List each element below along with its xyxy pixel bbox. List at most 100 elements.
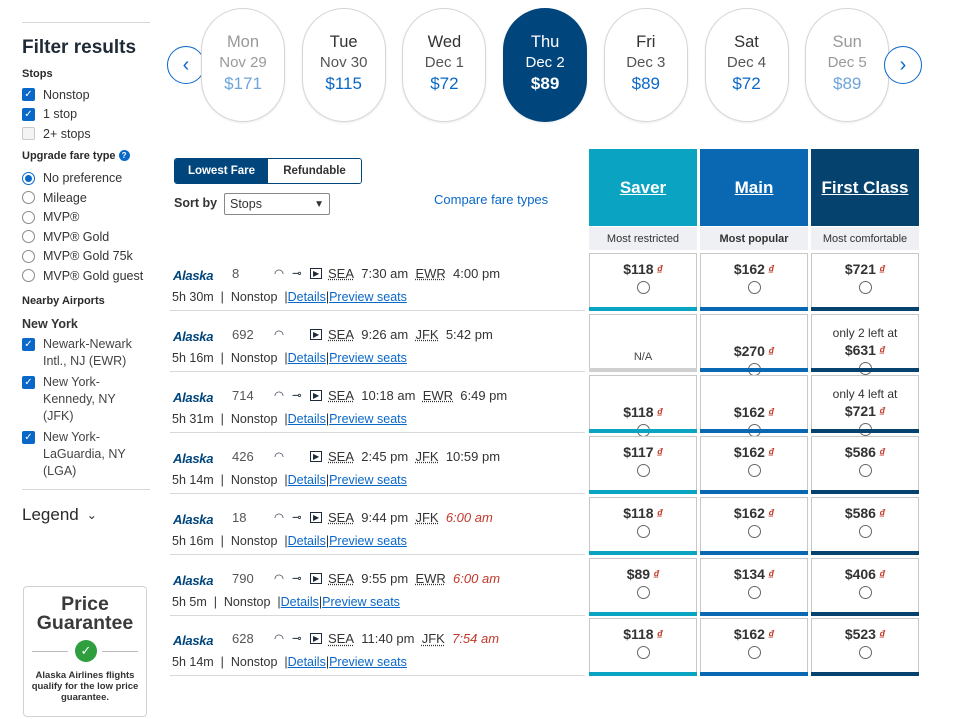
details-link[interactable]: Details	[288, 412, 326, 426]
flight-times: SEA 9:44 pm JFK 6:00 am	[328, 510, 493, 525]
fare-radio-button[interactable]	[636, 585, 650, 599]
airport-option-label: New York- LaGuardia, NY (LGA)	[43, 429, 126, 480]
help-icon[interactable]: ?	[118, 150, 130, 161]
prev-dates-button[interactable]: ‹	[167, 46, 205, 84]
flight-stops: Nonstop	[230, 533, 278, 548]
preview-seats-link[interactable]: Preview seats	[322, 595, 400, 609]
details-link[interactable]: Details	[288, 534, 326, 548]
stop-option[interactable]: 2+ stops	[22, 124, 150, 144]
fare-header-first-class[interactable]: First Class	[811, 149, 919, 226]
fare-cell[interactable]: $270 ₫	[700, 313, 808, 376]
legend-toggle[interactable]: Legend ⌄	[22, 505, 150, 525]
fare-radio-button[interactable]	[747, 585, 761, 599]
date-card[interactable]: Tue Nov 30 $115	[301, 8, 386, 122]
fare-cell[interactable]: $162 ₫	[700, 496, 808, 555]
checkbox[interactable]: ✓	[22, 337, 35, 351]
fare-radio-button[interactable]	[636, 463, 650, 477]
radio-button[interactable]	[22, 210, 35, 224]
details-link[interactable]: Details	[288, 655, 326, 669]
fare-cell[interactable]: $118 ₫	[589, 374, 697, 437]
fare-cell[interactable]: $162 ₫	[700, 253, 808, 311]
airport-option[interactable]: ✓ New York- Kennedy, NY (JFK)	[22, 374, 150, 425]
compare-fare-types-link[interactable]: Compare fare types	[434, 192, 548, 207]
mileage-icon: ₫	[767, 506, 775, 521]
fare-radio-button[interactable]	[636, 281, 650, 294]
fare-cell[interactable]: $89 ₫	[589, 557, 697, 616]
upgrade-option[interactable]: Mileage	[22, 188, 150, 208]
fare-cell[interactable]: $162 ₫	[700, 374, 808, 437]
fare-header-saver[interactable]: Saver	[589, 149, 697, 226]
fare-radio-button[interactable]	[636, 524, 650, 538]
date-card[interactable]: Wed Dec 1 $72	[402, 8, 487, 122]
preview-seats-link[interactable]: Preview seats	[329, 534, 407, 548]
checkbox[interactable]: ✓	[22, 430, 35, 444]
fare-radio-button[interactable]	[636, 646, 650, 660]
radio-button[interactable]	[22, 249, 35, 263]
details-link[interactable]: Details	[281, 595, 319, 609]
fare-radio-button[interactable]	[747, 463, 761, 477]
radio-button[interactable]	[22, 269, 35, 283]
airport-option[interactable]: ✓ Newark-Newark Intl., NJ (EWR)	[22, 336, 150, 370]
stop-option[interactable]: ✓ Nonstop	[22, 85, 150, 105]
fare-cell[interactable]: $118 ₫	[589, 496, 697, 555]
fare-radio-button[interactable]	[858, 524, 872, 538]
checkbox[interactable]: ✓	[22, 107, 35, 121]
date-card[interactable]: Sun Dec 5 $89	[805, 8, 890, 122]
upgrade-option[interactable]: MVP® Gold	[22, 227, 150, 247]
fare-radio-button[interactable]	[747, 646, 761, 660]
fare-cell[interactable]: $118 ₫	[589, 618, 697, 677]
fare-cell[interactable]: $586 ₫	[811, 496, 919, 555]
preview-seats-link[interactable]: Preview seats	[329, 412, 407, 426]
mileage-icon: ₫	[878, 404, 886, 419]
radio-button[interactable]	[22, 230, 35, 244]
sort-select[interactable]: Stops ▼	[224, 193, 330, 215]
fare-cell[interactable]: $117 ₫	[589, 435, 697, 494]
fare-cell[interactable]: $134 ₫	[700, 557, 808, 616]
date-card[interactable]: Sat Dec 4 $72	[704, 8, 789, 122]
preview-seats-link[interactable]: Preview seats	[329, 473, 407, 487]
stop-option[interactable]: ✓ 1 stop	[22, 105, 150, 125]
fare-radio-button[interactable]	[858, 281, 872, 294]
checkbox[interactable]: ✓	[22, 375, 35, 389]
airport-option[interactable]: ✓ New York- LaGuardia, NY (LGA)	[22, 429, 150, 480]
fare-cell[interactable]: $721 ₫	[811, 253, 919, 311]
checkbox[interactable]: ✓	[22, 88, 35, 102]
preview-seats-link[interactable]: Preview seats	[329, 351, 407, 365]
fare-subtitle: Most restricted	[589, 227, 697, 250]
preview-seats-link[interactable]: Preview seats	[329, 655, 407, 669]
lowest-fare-tab[interactable]: Lowest Fare	[175, 159, 268, 183]
details-link[interactable]: Details	[288, 290, 326, 304]
chevron-right-icon: ›	[899, 53, 907, 76]
fare-cell[interactable]: $162 ₫	[700, 618, 808, 677]
upgrade-option[interactable]: MVP® Gold 75k	[22, 247, 150, 267]
fare-radio-button[interactable]	[858, 646, 872, 660]
upgrade-option[interactable]: MVP® Gold guest	[22, 266, 150, 286]
details-link[interactable]: Details	[288, 473, 326, 487]
fare-radio-button[interactable]	[747, 524, 761, 538]
fare-radio-button[interactable]	[858, 463, 872, 477]
fare-cell[interactable]: only 4 left at $721 ₫	[811, 374, 919, 436]
fare-cell[interactable]: $162 ₫	[700, 435, 808, 494]
refundable-tab[interactable]: Refundable	[268, 159, 361, 183]
date-card[interactable]: Mon Nov 29 $171	[201, 8, 285, 122]
upgrade-option[interactable]: MVP®	[22, 208, 150, 228]
fare-cell[interactable]: $118 ₫	[589, 253, 697, 311]
preview-seats-link[interactable]: Preview seats	[329, 290, 407, 304]
date-card[interactable]: Thu Dec 2 $89	[503, 8, 588, 122]
radio-button[interactable]	[22, 191, 35, 205]
next-dates-button[interactable]: ›	[884, 46, 922, 84]
checkbox[interactable]	[22, 127, 35, 141]
fare-radio-button[interactable]	[858, 585, 872, 599]
date-card[interactable]: Fri Dec 3 $89	[603, 8, 688, 122]
fare-cell[interactable]: $406 ₫	[811, 557, 919, 616]
departure-time: 7:30 am	[361, 266, 409, 281]
details-link[interactable]: Details	[288, 351, 326, 365]
fare-cell[interactable]: only 2 left at $631 ₫	[811, 313, 919, 375]
fare-radio-button[interactable]	[747, 281, 761, 294]
fare-header-main[interactable]: Main	[700, 149, 808, 226]
departure-time: 2:45 pm	[361, 448, 409, 464]
fare-cell[interactable]: $523 ₫	[811, 618, 919, 677]
fare-cell[interactable]: $586 ₫	[811, 435, 919, 494]
radio-button[interactable]	[22, 171, 35, 185]
upgrade-option[interactable]: No preference	[22, 169, 150, 189]
